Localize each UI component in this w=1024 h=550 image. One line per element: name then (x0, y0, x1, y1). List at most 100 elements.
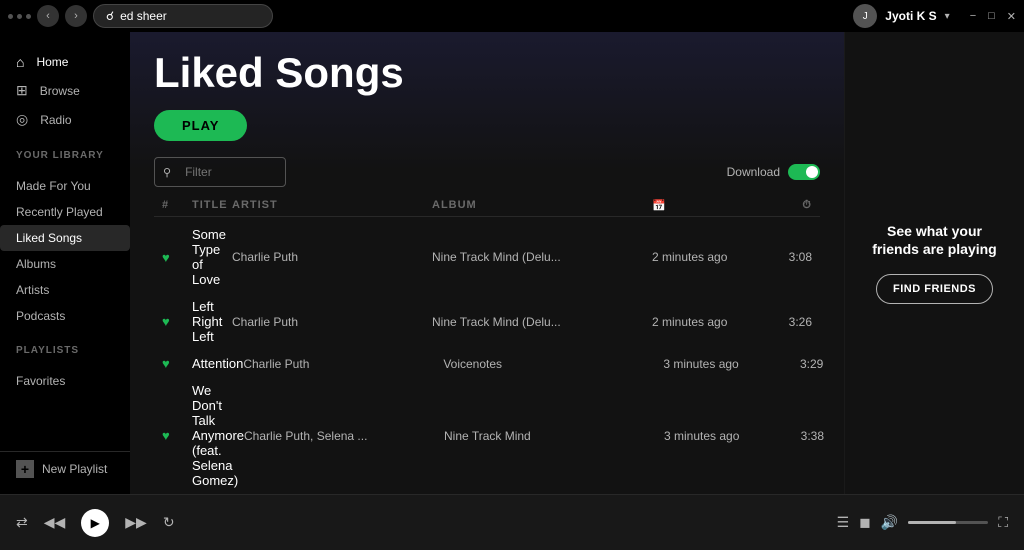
player-controls: ⇄ ◀◀ ▶ ▶▶ ↻ (16, 509, 175, 537)
track-duration: 3:29 (773, 357, 823, 371)
sidebar-item-browse-label: Browse (40, 84, 80, 98)
sidebar-item-favorites[interactable]: Favorites (0, 368, 130, 394)
next-button[interactable]: ▶▶ (125, 514, 147, 531)
volume-icon[interactable]: 🔊 (881, 514, 898, 531)
track-artist: Charlie Puth, Selena ... (244, 429, 444, 443)
table-row[interactable]: ♥ Attention Charlie Puth Voicenotes 3 mi… (154, 350, 820, 377)
fullscreen-icon[interactable]: ⛶ (998, 514, 1008, 531)
track-title: We Don't Talk Anymore (feat. Selena Gome… (192, 383, 244, 488)
track-artist: Charlie Puth (232, 315, 432, 329)
sidebar: ⌂ Home ⊞ Browse ◎ Radio YOUR LIBRARY Mad… (0, 32, 130, 494)
sidebar-item-made-for-you[interactable]: Made For You (0, 173, 130, 199)
chevron-down-icon[interactable]: ▾ (945, 11, 950, 22)
track-time-ago: 3 minutes ago (664, 429, 774, 443)
search-bar[interactable]: ☌ ed sheer (93, 4, 273, 28)
back-button[interactable]: ‹ (37, 5, 59, 27)
tracks-table: ♥ Some Type of Love Charlie Puth Nine Tr… (154, 221, 820, 494)
volume-bar[interactable] (908, 521, 988, 524)
download-label: Download (727, 165, 780, 179)
sidebar-item-podcasts[interactable]: Podcasts (0, 303, 130, 329)
table-row[interactable]: ♥ We Don't Talk Anymore (feat. Selena Go… (154, 377, 820, 494)
new-playlist-button[interactable]: + New Playlist (16, 460, 114, 478)
track-artist: Charlie Puth (232, 250, 432, 264)
right-panel-text: See what your friends are playing (865, 222, 1004, 258)
sidebar-playlists-label: PLAYLISTS (0, 337, 130, 360)
window-controls: − □ ✕ (970, 10, 1016, 23)
sidebar-item-liked-songs[interactable]: Liked Songs (0, 225, 130, 251)
sidebar-item-recently-played[interactable]: Recently Played (0, 199, 130, 225)
lyrics-icon[interactable]: ☰ (837, 514, 850, 531)
sidebar-item-browse[interactable]: ⊞ Browse (0, 76, 130, 105)
heart-icon[interactable]: ♥ (162, 314, 192, 329)
user-avatar: J (853, 4, 877, 28)
sidebar-item-made-for-you-label: Made For You (16, 179, 91, 193)
devices-icon[interactable]: ◼ (859, 514, 871, 531)
find-friends-button[interactable]: FIND FRIENDS (876, 274, 993, 304)
col-artist: ARTIST (232, 199, 432, 212)
track-title: Left Right Left (192, 299, 232, 344)
track-time-ago: 2 minutes ago (652, 250, 762, 264)
heart-icon[interactable]: ♥ (162, 428, 192, 443)
sidebar-item-albums[interactable]: Albums (0, 251, 130, 277)
forward-button[interactable]: › (65, 5, 87, 27)
sidebar-item-liked-songs-label: Liked Songs (16, 231, 82, 245)
track-time-ago: 2 minutes ago (652, 315, 762, 329)
col-date: 📅 (652, 199, 762, 212)
sidebar-item-artists-label: Artists (16, 283, 49, 297)
sidebar-item-radio[interactable]: ◎ Radio (0, 105, 130, 134)
sidebar-item-home[interactable]: ⌂ Home (0, 48, 130, 76)
sidebar-item-recently-played-label: Recently Played (16, 205, 103, 219)
title-bar-left: ‹ › ☌ ed sheer (8, 4, 273, 28)
player-bar: ⇄ ◀◀ ▶ ▶▶ ↻ ☰ ◼ 🔊 ⛶ (0, 494, 1024, 550)
table-row[interactable]: ♥ Left Right Left Charlie Puth Nine Trac… (154, 293, 820, 350)
col-duration: ⏱ (762, 199, 812, 212)
col-title: TITLE (192, 199, 232, 212)
track-album: Voicenotes (443, 357, 663, 371)
col-num: # (162, 199, 192, 212)
sidebar-playlists: Favorites (0, 360, 130, 402)
heart-icon[interactable]: ♥ (162, 356, 192, 371)
window-menu-dots (8, 14, 31, 19)
track-artist: Charlie Puth (243, 357, 443, 371)
sidebar-bottom: + New Playlist (0, 451, 130, 486)
radio-icon: ◎ (16, 111, 28, 128)
page-title: Liked Songs (154, 52, 820, 94)
filter-wrap[interactable]: ⚲ (154, 157, 286, 187)
title-bar-right: J Jyoti K S ▾ − □ ✕ (853, 4, 1016, 28)
sidebar-library: Made For You Recently Played Liked Songs… (0, 165, 130, 337)
col-album: ALBUM (432, 199, 652, 212)
filter-input[interactable] (177, 161, 277, 183)
user-name[interactable]: Jyoti K S (885, 9, 936, 23)
download-wrap: Download (727, 164, 820, 180)
close-button[interactable]: ✕ (1007, 10, 1016, 23)
track-duration: 3:38 (774, 429, 824, 443)
content-area: Liked Songs PLAY ⚲ Download # TITLE ARTI… (130, 32, 1024, 494)
sidebar-main-nav: ⌂ Home ⊞ Browse ◎ Radio (0, 40, 130, 142)
maximize-button[interactable]: □ (988, 10, 995, 23)
table-row[interactable]: ♥ Some Type of Love Charlie Puth Nine Tr… (154, 221, 820, 293)
title-bar: ‹ › ☌ ed sheer J Jyoti K S ▾ − □ ✕ (0, 0, 1024, 32)
main-layout: ⌂ Home ⊞ Browse ◎ Radio YOUR LIBRARY Mad… (0, 32, 1024, 494)
track-duration: 3:08 (762, 250, 812, 264)
track-album: Nine Track Mind (Delu... (432, 315, 652, 329)
toolbar: ⚲ Download (154, 157, 820, 187)
search-value: ed sheer (120, 9, 167, 23)
shuffle-button[interactable]: ⇄ (16, 514, 28, 531)
sidebar-item-home-label: Home (36, 55, 68, 69)
volume-fill (908, 521, 956, 524)
heart-icon[interactable]: ♥ (162, 250, 192, 265)
track-album: Nine Track Mind (444, 429, 664, 443)
play-pause-button[interactable]: ▶ (81, 509, 109, 537)
repeat-button[interactable]: ↻ (163, 514, 175, 531)
track-duration: 3:26 (762, 315, 812, 329)
previous-button[interactable]: ◀◀ (44, 514, 66, 531)
track-time-ago: 3 minutes ago (663, 357, 773, 371)
play-button[interactable]: PLAY (154, 110, 247, 141)
sidebar-item-radio-label: Radio (40, 113, 71, 127)
home-icon: ⌂ (16, 54, 24, 70)
sidebar-item-favorites-label: Favorites (16, 374, 65, 388)
minimize-button[interactable]: − (970, 10, 976, 23)
download-toggle[interactable] (788, 164, 820, 180)
sidebar-item-artists[interactable]: Artists (0, 277, 130, 303)
track-title: Some Type of Love (192, 227, 232, 287)
